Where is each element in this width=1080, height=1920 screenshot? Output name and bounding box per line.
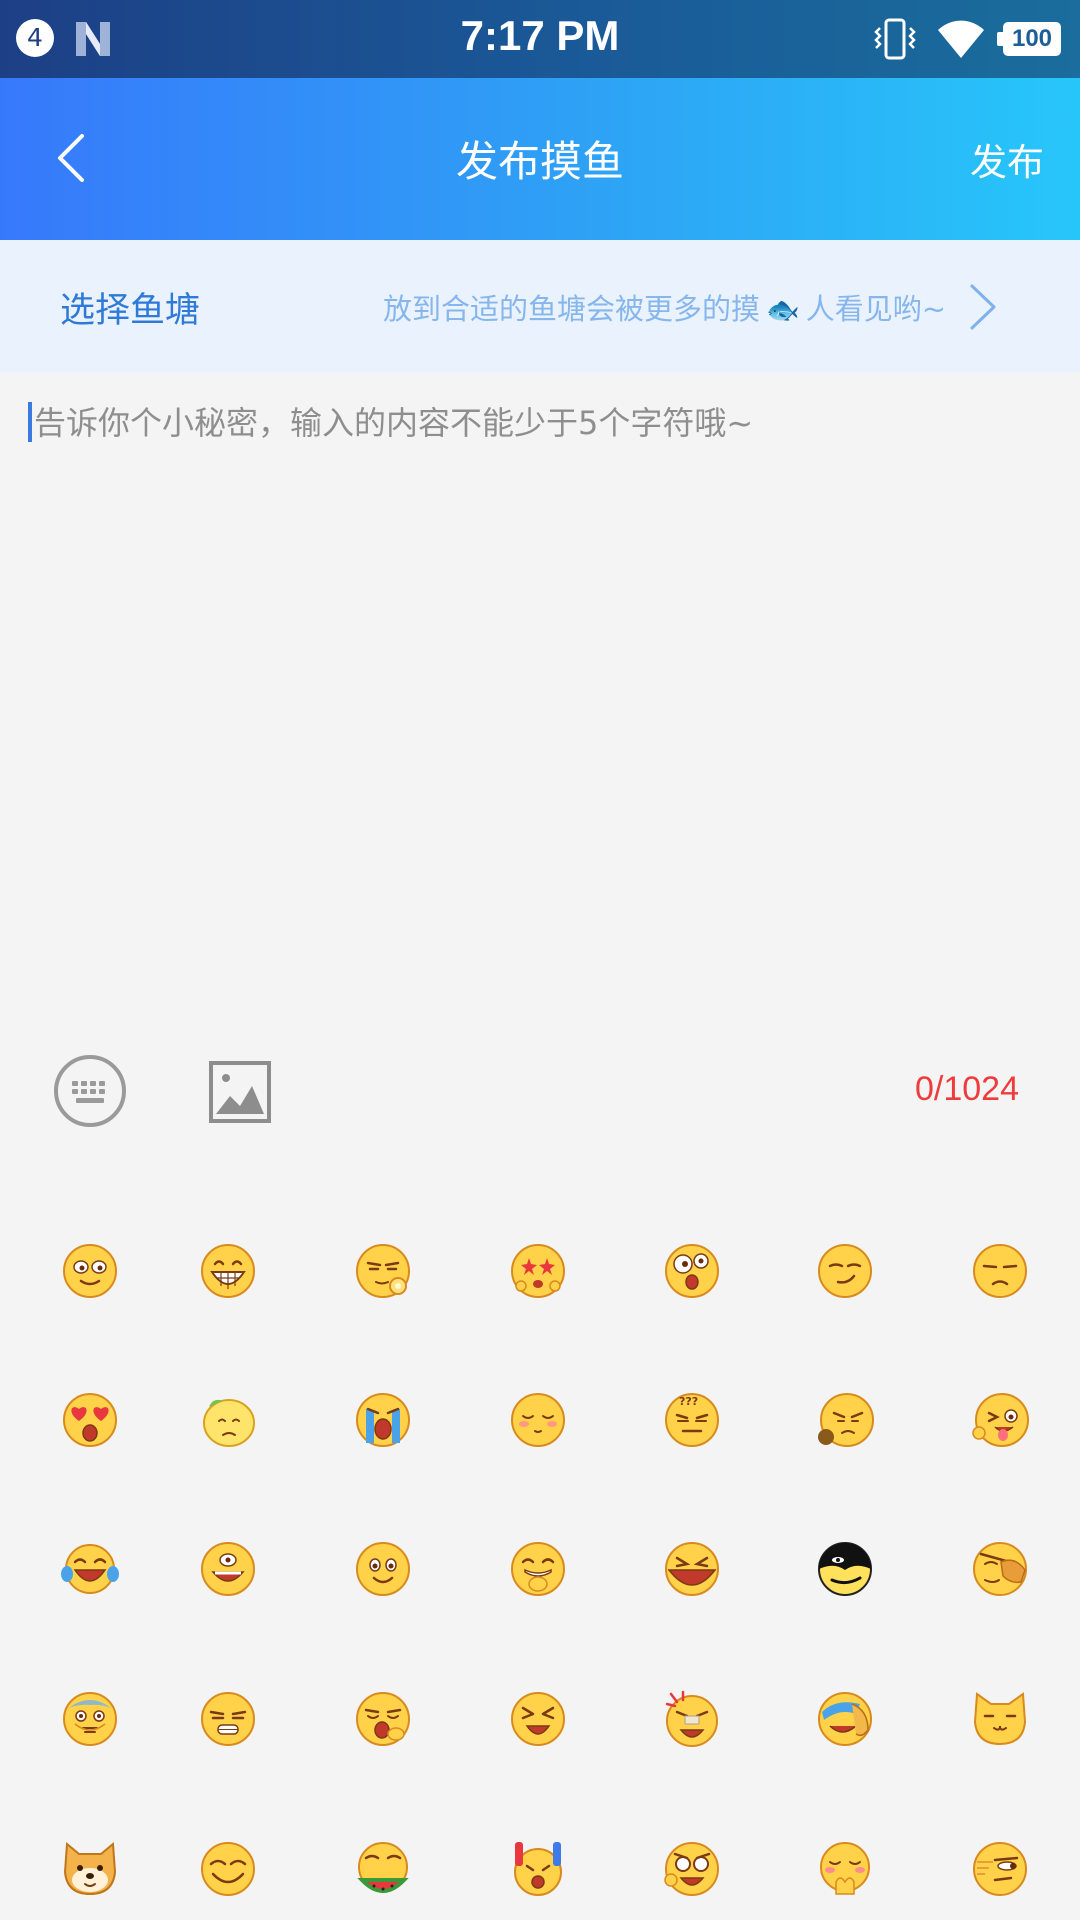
select-pond-hint: 放到合适的鱼塘会被更多的摸 🐟 人看见哟~	[383, 286, 946, 328]
select-pond-label: 选择鱼塘	[60, 291, 201, 331]
pond-hint-text-start: 放到合适的鱼塘会被更多的摸	[383, 292, 761, 326]
select-pond-row[interactable]: 选择鱼塘 放到合适的鱼塘会被更多的摸 🐟 人看见哟~	[0, 240, 1080, 372]
confused-face-icon[interactable]: ???	[663, 1391, 721, 1449]
angry-glasses-icon[interactable]	[663, 1840, 721, 1898]
svg-text:???: ???	[679, 1395, 698, 1408]
text-cursor	[28, 402, 32, 442]
unamused-face-icon[interactable]	[971, 1242, 1029, 1300]
cat-face-icon[interactable]	[971, 1690, 1029, 1748]
angry-shout-icon[interactable]	[663, 1540, 721, 1598]
crying-face-icon[interactable]	[354, 1391, 412, 1449]
chevron-right-icon	[970, 284, 996, 330]
battery-indicator: 100	[997, 22, 1061, 56]
squint-face-icon[interactable]	[199, 1690, 257, 1748]
happy-closed-eyes-icon[interactable]	[199, 1840, 257, 1898]
yawn-face-icon[interactable]	[354, 1690, 412, 1748]
image-picker-icon[interactable]	[208, 1060, 272, 1124]
title-bar: 发布摸鱼 发布	[0, 78, 1080, 240]
lightsticks-face-icon[interactable]	[509, 1840, 567, 1898]
giggle-face-icon[interactable]	[509, 1540, 567, 1598]
bandage-face-icon[interactable]	[663, 1690, 721, 1748]
status-bar: 4 7:17 PM 100	[0, 0, 1080, 78]
tongue-wink-icon[interactable]	[971, 1391, 1029, 1449]
publish-button[interactable]: 发布	[970, 132, 1044, 186]
watermelon-face-icon[interactable]	[354, 1840, 412, 1898]
content-textarea[interactable]: 告诉你个小秘密，输入的内容不能少于5个字符哦~	[28, 398, 1048, 998]
smirk-face-icon[interactable]	[816, 1242, 874, 1300]
simple-smile-icon[interactable]	[354, 1540, 412, 1598]
tears-of-joy-icon[interactable]	[61, 1540, 119, 1598]
fish-icon: 🐟	[766, 295, 800, 326]
laugh-face-icon[interactable]	[199, 1540, 257, 1598]
black-mask-face-icon[interactable]	[816, 1540, 874, 1598]
ok-hand-face-icon[interactable]	[354, 1242, 412, 1300]
shy-hands-icon[interactable]	[816, 1840, 874, 1898]
sideeye-face-icon[interactable]	[971, 1840, 1029, 1898]
lemon-sour-face-icon[interactable]	[199, 1391, 257, 1449]
doge-face-icon[interactable]	[61, 1840, 119, 1898]
facepalm-thinking-icon[interactable]	[816, 1391, 874, 1449]
old-man-face-icon[interactable]	[61, 1690, 119, 1748]
vibrate-icon	[874, 18, 916, 60]
keyboard-toggle-icon[interactable]	[52, 1053, 128, 1129]
cover-face-icon[interactable]	[971, 1540, 1029, 1598]
shout-face-icon[interactable]	[509, 1690, 567, 1748]
grin-teeth-icon[interactable]	[199, 1242, 257, 1300]
heart-eyes-icon[interactable]	[61, 1391, 119, 1449]
shocked-face-icon[interactable]	[663, 1242, 721, 1300]
character-counter: 0/1024	[915, 1070, 1019, 1108]
content-placeholder: 告诉你个小秘密，输入的内容不能少于5个字符哦~	[34, 404, 754, 442]
wifi-icon	[938, 20, 984, 59]
blush-face-icon[interactable]	[509, 1391, 567, 1449]
star-eyes-icon[interactable]	[509, 1242, 567, 1300]
page-title: 发布摸鱼	[455, 137, 624, 186]
smile-face-icon[interactable]	[61, 1242, 119, 1300]
laugh-cry-side-icon[interactable]	[816, 1690, 874, 1748]
pond-hint-text-end: 人看见哟~	[805, 292, 946, 326]
